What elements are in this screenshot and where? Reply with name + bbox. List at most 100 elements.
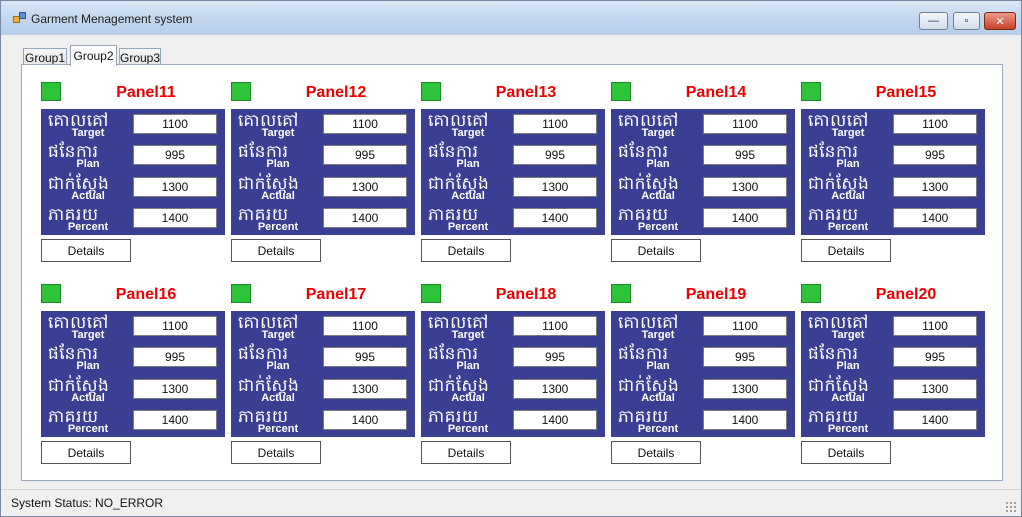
metric-value-target[interactable]: 1100 bbox=[133, 114, 217, 134]
metric-value-plan[interactable]: 995 bbox=[703, 145, 787, 165]
details-button[interactable]: Details bbox=[41, 239, 131, 262]
panel-title: Panel12 bbox=[305, 84, 367, 101]
metric-value-percent[interactable]: 1400 bbox=[323, 410, 407, 430]
details-button[interactable]: Details bbox=[611, 441, 701, 464]
metric-value-actual[interactable]: 1300 bbox=[323, 177, 407, 197]
metric-label-english: Target bbox=[831, 127, 865, 139]
metric-value-target[interactable]: 1100 bbox=[703, 316, 787, 336]
details-button[interactable]: Details bbox=[41, 441, 131, 464]
metric-value-target[interactable]: 1100 bbox=[893, 114, 977, 134]
metric-value-target[interactable]: 1100 bbox=[703, 114, 787, 134]
status-led-icon bbox=[801, 284, 821, 303]
metric-value-plan[interactable]: 995 bbox=[893, 347, 977, 367]
metric-value-actual[interactable]: 1300 bbox=[703, 379, 787, 399]
metric-row-target: គោលគៅ Target 1100 bbox=[41, 109, 225, 140]
details-button[interactable]: Details bbox=[421, 441, 511, 464]
metric-value-plan[interactable]: 995 bbox=[323, 145, 407, 165]
panel-title: Panel19 bbox=[685, 286, 747, 303]
metric-label-english: Target bbox=[71, 329, 105, 341]
metric-value-percent[interactable]: 1400 bbox=[513, 410, 597, 430]
metric-label-english: Percent bbox=[447, 423, 489, 435]
tab-group2[interactable]: Group2 bbox=[70, 45, 117, 66]
metric-label-english: Actual bbox=[641, 190, 675, 202]
metric-value-plan[interactable]: 995 bbox=[323, 347, 407, 367]
metric-row-actual: ជាក់ស្តែង Actual 1300 bbox=[41, 172, 225, 203]
metric-label-english: Plan bbox=[266, 360, 290, 372]
metric-value-plan[interactable]: 995 bbox=[893, 145, 977, 165]
metric-value-actual[interactable]: 1300 bbox=[893, 177, 977, 197]
status-led-icon bbox=[231, 284, 251, 303]
metric-value-percent[interactable]: 1400 bbox=[703, 208, 787, 228]
metric-value-actual[interactable]: 1300 bbox=[323, 379, 407, 399]
metric-label-english: Actual bbox=[451, 190, 485, 202]
metric-value-plan[interactable]: 995 bbox=[513, 347, 597, 367]
panel-card: Panel16 គោលគៅ Target 1100 ផនែការ Plan 995 ជាក់ស… bbox=[41, 284, 227, 470]
metric-value-target[interactable]: 1100 bbox=[323, 316, 407, 336]
metric-row-plan: ផនែការ Plan 995 bbox=[421, 140, 605, 171]
metric-value-actual[interactable]: 1300 bbox=[133, 379, 217, 399]
status-text: System Status: NO_ERROR bbox=[11, 496, 164, 510]
panel-metrics: គោលគៅ Target 1100 ផនែការ Plan 995 ជាក់ស្តែង Act… bbox=[421, 311, 605, 437]
metric-label-english: Actual bbox=[831, 190, 865, 202]
details-button[interactable]: Details bbox=[231, 239, 321, 262]
resize-grip-icon[interactable] bbox=[1005, 501, 1017, 513]
metric-value-percent[interactable]: 1400 bbox=[513, 208, 597, 228]
panel-title: Panel16 bbox=[115, 286, 177, 303]
metric-value-actual[interactable]: 1300 bbox=[703, 177, 787, 197]
metric-row-actual: ជាក់ស្តែង Actual 1300 bbox=[231, 374, 415, 405]
metric-value-target[interactable]: 1100 bbox=[133, 316, 217, 336]
metric-label-english: Percent bbox=[257, 423, 299, 435]
details-button[interactable]: Details bbox=[231, 441, 321, 464]
maximize-button[interactable]: ▫ bbox=[953, 12, 980, 30]
metric-label-english: Target bbox=[71, 127, 105, 139]
tab-page-group2: Panel11 គោលគៅ Target 1100 ផនែការ Plan 995 ជាក់ស… bbox=[21, 64, 1003, 481]
details-button[interactable]: Details bbox=[421, 239, 511, 262]
metric-value-target[interactable]: 1100 bbox=[513, 114, 597, 134]
metric-row-percent: ភាគរយ Percent 1400 bbox=[801, 405, 985, 436]
metric-row-plan: ផនែការ Plan 995 bbox=[611, 140, 795, 171]
details-button[interactable]: Details bbox=[611, 239, 701, 262]
panel-metrics: គោលគៅ Target 1100 ផនែការ Plan 995 ជាក់ស្តែង Act… bbox=[231, 311, 415, 437]
details-button[interactable]: Details bbox=[801, 441, 891, 464]
metric-value-percent[interactable]: 1400 bbox=[703, 410, 787, 430]
metric-value-percent[interactable]: 1400 bbox=[133, 208, 217, 228]
metric-value-target[interactable]: 1100 bbox=[513, 316, 597, 336]
metric-value-target[interactable]: 1100 bbox=[893, 316, 977, 336]
minimize-icon: — bbox=[928, 15, 939, 27]
panel-metrics: គោលគៅ Target 1100 ផនែការ Plan 995 ជាក់ស្តែង Act… bbox=[421, 109, 605, 235]
maximize-icon: ▫ bbox=[964, 15, 969, 27]
minimize-button[interactable]: — bbox=[919, 12, 948, 30]
metric-value-actual[interactable]: 1300 bbox=[513, 379, 597, 399]
metric-value-plan[interactable]: 995 bbox=[703, 347, 787, 367]
close-button[interactable]: ✕ bbox=[984, 12, 1016, 30]
metric-label-english: Target bbox=[451, 127, 485, 139]
metric-value-percent[interactable]: 1400 bbox=[893, 410, 977, 430]
metric-value-percent[interactable]: 1400 bbox=[323, 208, 407, 228]
panel-title: Panel13 bbox=[495, 84, 557, 101]
panel-card: Panel18 គោលគៅ Target 1100 ផនែការ Plan 995 ជាក់ស… bbox=[421, 284, 607, 470]
metric-row-plan: ផនែការ Plan 995 bbox=[801, 140, 985, 171]
metric-label-english: Percent bbox=[257, 221, 299, 233]
metric-value-percent[interactable]: 1400 bbox=[133, 410, 217, 430]
title-bar[interactable]: Garment Menagement system — ▫ ✕ bbox=[1, 1, 1021, 35]
metric-row-actual: ជាក់ស្តែង Actual 1300 bbox=[801, 172, 985, 203]
metric-value-plan[interactable]: 995 bbox=[513, 145, 597, 165]
metric-row-actual: ជាក់ស្តែង Actual 1300 bbox=[611, 374, 795, 405]
details-button[interactable]: Details bbox=[801, 239, 891, 262]
metric-row-actual: ជាក់ស្តែង Actual 1300 bbox=[611, 172, 795, 203]
metric-value-actual[interactable]: 1300 bbox=[133, 177, 217, 197]
metric-value-plan[interactable]: 995 bbox=[133, 145, 217, 165]
status-led-icon bbox=[801, 82, 821, 101]
metric-row-plan: ផនែការ Plan 995 bbox=[41, 140, 225, 171]
metric-value-actual[interactable]: 1300 bbox=[893, 379, 977, 399]
metric-label-english: Actual bbox=[451, 392, 485, 404]
metric-value-percent[interactable]: 1400 bbox=[893, 208, 977, 228]
metric-value-target[interactable]: 1100 bbox=[323, 114, 407, 134]
metric-row-percent: ភាគរយ Percent 1400 bbox=[231, 203, 415, 234]
panel-card: Panel20 គោលគៅ Target 1100 ផនែការ Plan 995 ជាក់ស… bbox=[801, 284, 987, 470]
panel-card: Panel13 គោលគៅ Target 1100 ផនែការ Plan 995 ជាក់ស… bbox=[421, 82, 607, 268]
metric-value-plan[interactable]: 995 bbox=[133, 347, 217, 367]
metric-value-actual[interactable]: 1300 bbox=[513, 177, 597, 197]
metric-row-actual: ជាក់ស្តែង Actual 1300 bbox=[421, 374, 605, 405]
metric-label-english: Plan bbox=[76, 360, 100, 372]
